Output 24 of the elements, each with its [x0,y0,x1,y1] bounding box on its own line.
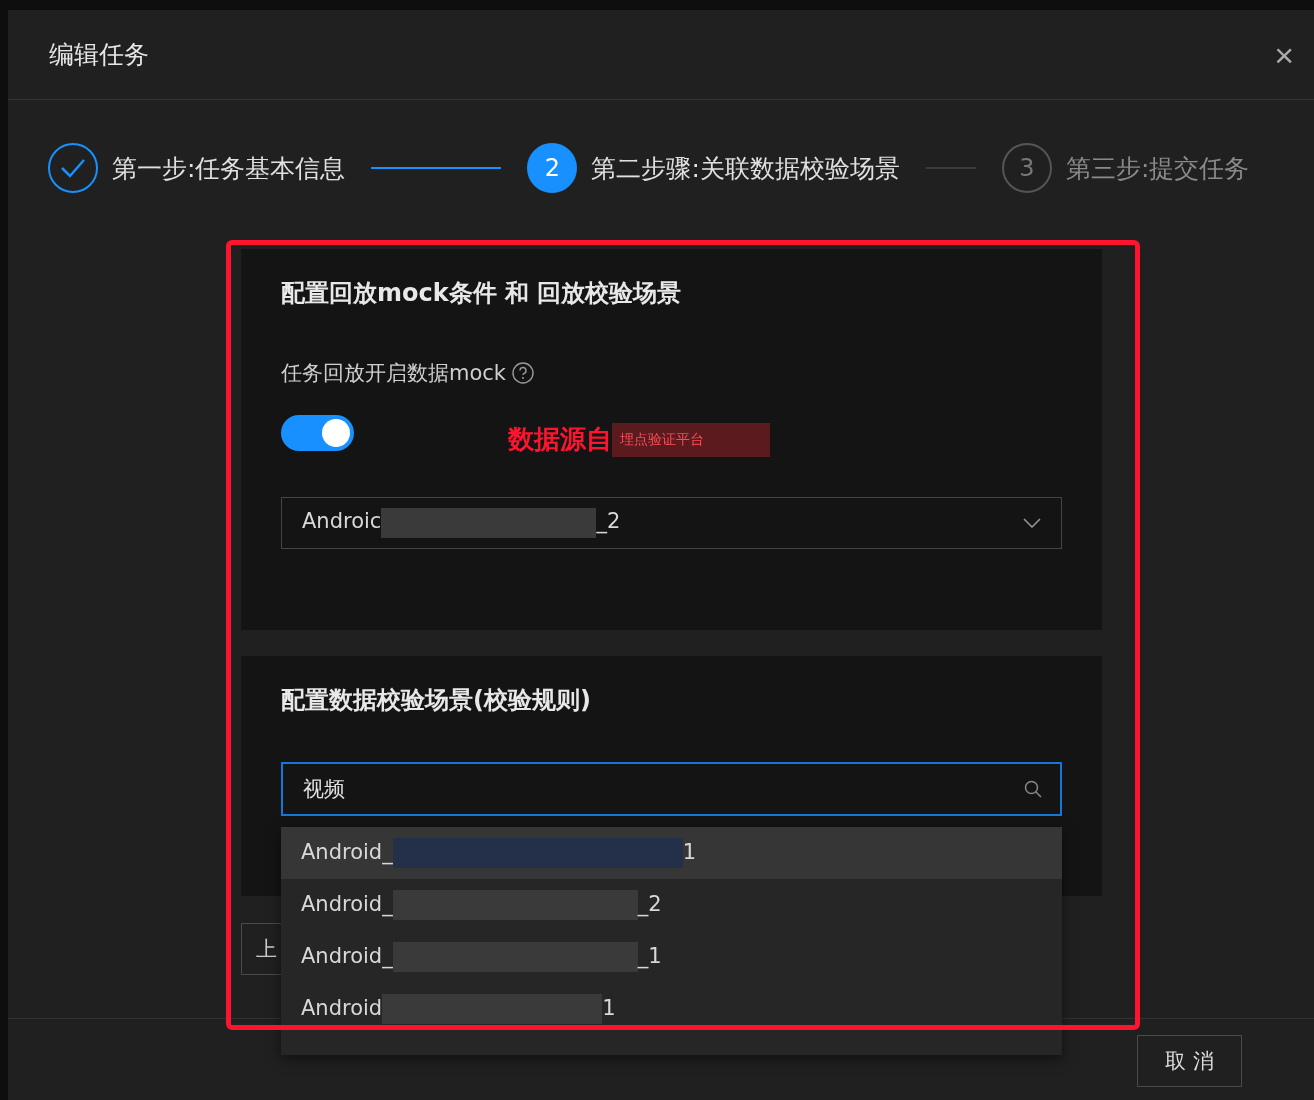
step-label: 第一步:任务基本信息 [112,152,346,185]
search-icon [1024,780,1042,798]
chevron-down-icon [1023,518,1041,528]
step-number: 2 [527,143,578,193]
step-number: 3 [1001,143,1052,193]
mock-toggle[interactable] [281,415,354,451]
section-title: 配置数据校验场景(校验规则) [281,685,592,716]
cancel-button[interactable]: 取 消 [1137,1035,1242,1087]
field-label: 任务回放开启数据mock [281,360,506,387]
help-icon[interactable] [512,362,534,384]
dropdown-option[interactable]: Android_ _1 [281,931,1062,983]
close-button[interactable]: × [1268,36,1300,73]
annotation-tag: 埋点验证平台 [612,422,770,457]
dropdown-option[interactable]: Android_ 1 [281,827,1062,879]
annotation-text: 数据源自 [508,423,612,456]
step-label: 第二步骤:关联数据校验场景 [591,152,900,185]
dropdown-option[interactable]: Android 1 [281,983,1062,1035]
dropdown-option[interactable]: Android_ _2 [281,879,1062,931]
dialog-title: 编辑任务 [49,39,149,71]
section-title: 配置回放mock条件 和 回放校验场景 [281,278,683,309]
back-button[interactable]: 上 [241,923,281,975]
step-label: 第三步:提交任务 [1065,152,1250,185]
search-field[interactable]: 视频 [281,762,1062,816]
scene-select[interactable]: Androic _2 [281,497,1062,549]
